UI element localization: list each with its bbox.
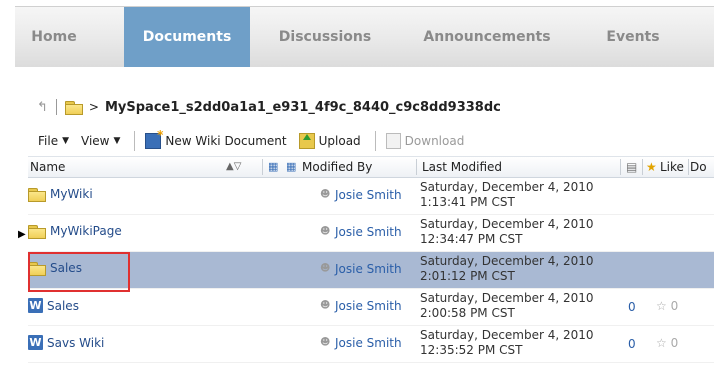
chevron-down-icon: ▼ — [113, 136, 121, 146]
user-link[interactable]: Josie Smith — [335, 262, 402, 276]
file-menu-label: File — [38, 134, 59, 148]
person-icon: ☻ — [320, 189, 331, 200]
person-icon: ☻ — [320, 263, 331, 274]
last-modified-cell: Saturday, December 4, 2010 2:01:12 PM CST — [420, 254, 594, 284]
breadcrumb-separator: > — [88, 100, 99, 114]
column-header-last-modified[interactable]: Last Modified — [422, 157, 502, 177]
item-name[interactable]: MyWiki — [50, 187, 93, 201]
date-line: Saturday, December 4, 2010 — [420, 328, 594, 342]
download-icon — [385, 133, 401, 149]
item-name[interactable]: MyWikiPage — [50, 224, 122, 238]
column-header-extra[interactable]: Do — [690, 157, 707, 177]
divider — [55, 99, 57, 115]
view-menu-label: View — [81, 134, 110, 148]
like-count: 0 — [670, 336, 679, 350]
download-button[interactable]: Download — [385, 133, 465, 149]
chevron-down-icon: ▼ — [62, 136, 70, 146]
user-link[interactable]: Josie Smith — [335, 299, 402, 313]
comment-count[interactable]: 0 — [628, 337, 636, 351]
upload-label: Upload — [318, 134, 361, 148]
column-header-modified-by[interactable]: Modified By — [302, 157, 372, 177]
like-count: 0 — [670, 299, 679, 313]
toolbar: File▼ View▼ New Wiki Document Upload Dow… — [38, 128, 476, 152]
like-cell[interactable]: ☆ 0 — [656, 299, 678, 313]
folder-icon — [64, 100, 83, 115]
folder-icon — [28, 224, 46, 239]
name-cell: W Savs Wiki — [28, 335, 104, 350]
sync-icon: ▦ — [286, 160, 297, 173]
modified-by-cell: ☻ Josie Smith — [320, 225, 402, 239]
status-icon: ▦ — [268, 160, 279, 173]
name-cell: MyWikiPage — [28, 224, 122, 239]
row-pointer-icon: ▶ — [18, 229, 26, 240]
column-header-name[interactable]: Name — [30, 157, 65, 177]
user-link[interactable]: Josie Smith — [335, 225, 402, 239]
upload-icon — [298, 133, 315, 149]
star-outline-icon: ☆ — [656, 336, 667, 350]
modified-by-cell: ☻ Josie Smith — [320, 299, 402, 313]
tab-discussions[interactable]: Discussions — [265, 7, 385, 67]
table-row[interactable]: W Savs Wiki ☻ Josie Smith Saturday, Decemb… — [28, 326, 714, 363]
comment-count[interactable]: 0 — [628, 300, 636, 314]
document-table: Name ▲▽ ▦ ▦ Modified By Last Modified ▤ … — [28, 156, 714, 363]
breadcrumb: ↰ > MySpace1_s2dd0a1a1_e931_4f9c_8440_c9… — [37, 98, 501, 116]
file-menu[interactable]: File ▼ — [38, 134, 69, 148]
folder-icon — [28, 187, 46, 202]
time-line: 12:35:52 PM CST — [420, 343, 523, 357]
tab-home[interactable]: Home — [15, 7, 93, 67]
user-link[interactable]: Josie Smith — [335, 336, 402, 350]
table-header: Name ▲▽ ▦ ▦ Modified By Last Modified ▤ … — [28, 156, 714, 178]
star-outline-icon: ☆ — [656, 299, 667, 313]
view-menu[interactable]: View ▼ — [81, 134, 120, 148]
tab-announcements[interactable]: Announcements — [407, 7, 567, 67]
item-name[interactable]: Sales — [47, 299, 79, 313]
current-space-title: MySpace1_s2dd0a1a1_e931_4f9c_8440_c9c8dd… — [104, 99, 501, 115]
upload-button[interactable]: Upload — [298, 133, 361, 149]
sort-arrows-icon[interactable]: ▲▽ — [226, 157, 241, 177]
table-row[interactable]: MyWiki ☻ Josie Smith Saturday, December 4… — [28, 178, 714, 215]
modified-by-cell: ☻ Josie Smith — [320, 262, 402, 276]
highlight-box — [28, 252, 130, 292]
like-cell[interactable]: ☆ 0 — [656, 336, 678, 350]
tab-documents[interactable]: Documents — [124, 7, 250, 67]
person-icon: ☻ — [320, 226, 331, 237]
modified-by-cell: ☻ Josie Smith — [320, 336, 402, 350]
last-modified-cell: Saturday, December 4, 2010 1:13:41 PM CST — [420, 180, 594, 210]
tab-events[interactable]: Events — [593, 7, 673, 67]
column-header-like[interactable]: Like — [660, 157, 684, 177]
table-row[interactable]: W Sales ☻ Josie Smith Saturday, December 4… — [28, 289, 714, 326]
date-line: Saturday, December 4, 2010 — [420, 180, 594, 194]
last-modified-cell: Saturday, December 4, 2010 12:35:52 PM CS… — [420, 328, 594, 358]
item-name[interactable]: Savs Wiki — [47, 336, 104, 350]
modified-by-cell: ☻ Josie Smith — [320, 188, 402, 202]
table-row[interactable]: MyWikiPage ☻ Josie Smith Saturday, Decemb… — [28, 215, 714, 252]
person-icon: ☻ — [320, 337, 331, 348]
date-line: Saturday, December 4, 2010 — [420, 254, 594, 268]
star-icon: ★ — [646, 160, 657, 174]
time-line: 12:34:47 PM CST — [420, 232, 523, 246]
time-line: 2:01:12 PM CST — [420, 269, 515, 283]
name-cell: MyWiki — [28, 187, 93, 202]
comment-icon: ▤ — [626, 160, 638, 174]
last-modified-cell: Saturday, December 4, 2010 2:00:58 PM CST — [420, 291, 594, 321]
new-wiki-label: New Wiki Document — [165, 134, 287, 148]
new-wiki-document-button[interactable]: New Wiki Document — [145, 128, 287, 149]
user-link[interactable]: Josie Smith — [335, 188, 402, 202]
divider — [134, 131, 136, 151]
new-wiki-icon — [145, 128, 163, 149]
person-icon: ☻ — [320, 300, 331, 311]
tab-bar: Home Documents Discussions Announcements… — [15, 6, 714, 67]
date-line: Saturday, December 4, 2010 — [420, 217, 594, 231]
time-line: 2:00:58 PM CST — [420, 306, 515, 320]
time-line: 1:13:41 PM CST — [420, 195, 515, 209]
wiki-icon: W — [28, 298, 43, 313]
up-folder-icon[interactable]: ↰ — [37, 100, 48, 115]
date-line: Saturday, December 4, 2010 — [420, 291, 594, 305]
wiki-icon: W — [28, 335, 43, 350]
table-row-selected[interactable]: Sales ☻ Josie Smith Saturday, December 4,… — [28, 252, 714, 289]
divider — [374, 131, 376, 151]
download-label: Download — [404, 134, 465, 148]
last-modified-cell: Saturday, December 4, 2010 12:34:47 PM CS… — [420, 217, 594, 247]
name-cell: W Sales — [28, 298, 79, 313]
